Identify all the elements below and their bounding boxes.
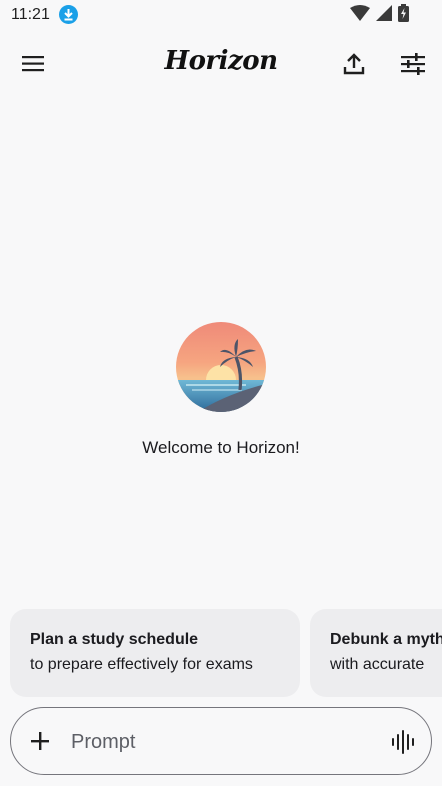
tune-icon	[401, 53, 425, 75]
battery-icon	[398, 3, 409, 27]
voice-input-button[interactable]	[391, 729, 415, 755]
audio-waveform-icon	[392, 730, 414, 754]
top-app-bar: Horizon	[0, 36, 442, 92]
prompt-bar	[10, 707, 432, 775]
suggestion-card[interactable]: Debunk a myth with accurate	[310, 609, 442, 697]
suggestion-subtitle: with accurate	[330, 656, 425, 673]
status-icons	[350, 3, 409, 27]
suggestion-card[interactable]: Plan a study schedule to prepare effecti…	[10, 609, 300, 697]
download-icon	[59, 5, 78, 24]
plus-icon	[31, 732, 49, 750]
status-time: 11:21	[11, 6, 50, 23]
wifi-icon	[350, 4, 370, 26]
suggestion-title: Debunk a myth	[330, 631, 442, 648]
upload-button[interactable]	[340, 50, 368, 78]
status-bar: 11:21	[0, 0, 442, 30]
welcome-text: Welcome to Horizon!	[142, 438, 300, 457]
signal-icon	[376, 4, 392, 26]
horizon-logo	[176, 322, 266, 412]
prompt-input[interactable]	[69, 726, 373, 758]
add-attachment-button[interactable]	[29, 730, 51, 752]
app-title: Horizon	[164, 46, 279, 76]
suggestions-carousel[interactable]: Plan a study schedule to prepare effecti…	[10, 609, 442, 697]
upload-icon	[343, 53, 365, 75]
suggestion-subtitle: to prepare effectively for exams	[30, 656, 253, 673]
settings-button[interactable]	[398, 50, 428, 78]
suggestion-title: Plan a study schedule	[30, 631, 199, 648]
